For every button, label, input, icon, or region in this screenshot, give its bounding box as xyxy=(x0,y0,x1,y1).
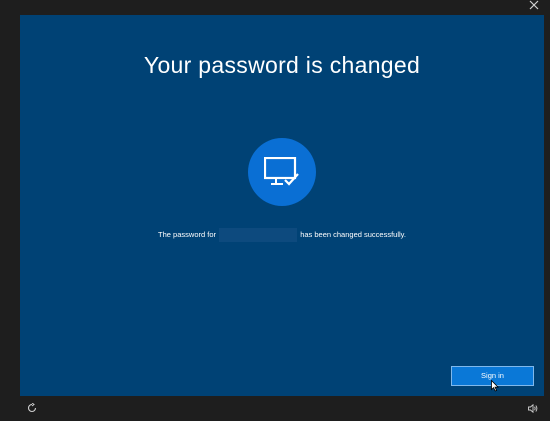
redacted-username xyxy=(219,228,298,242)
screen: Your password is changed The password fo… xyxy=(0,0,550,421)
volume-icon xyxy=(528,403,538,414)
success-message: The password for has been changed succes… xyxy=(20,228,544,242)
monitor-check-icon xyxy=(264,157,299,186)
ease-of-access-button[interactable] xyxy=(27,402,37,415)
close-button[interactable] xyxy=(526,0,542,14)
ease-of-access-icon xyxy=(27,402,37,413)
close-icon xyxy=(529,0,539,10)
volume-button[interactable] xyxy=(528,403,538,415)
message-prefix: The password for xyxy=(158,229,216,239)
password-changed-dialog: Your password is changed The password fo… xyxy=(20,15,544,396)
page-title: Your password is changed xyxy=(143,52,421,78)
message-suffix: has been changed successfully. xyxy=(300,229,406,239)
status-badge xyxy=(248,138,316,206)
mouse-pointer-icon xyxy=(491,380,499,392)
